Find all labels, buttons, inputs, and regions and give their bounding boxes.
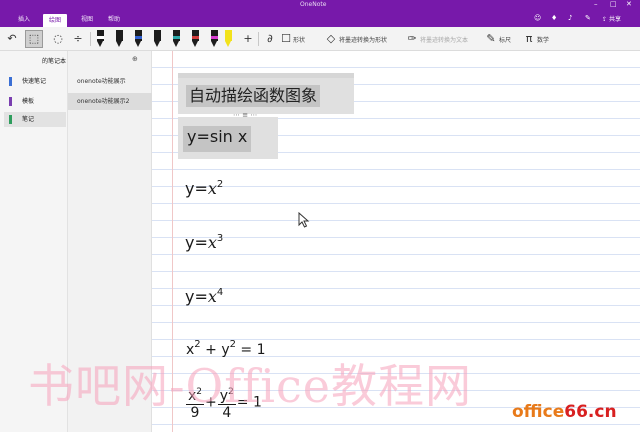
- equation-exponent: 3: [216, 233, 224, 244]
- ink-to-text-label: 将墨迹转换为文本: [420, 37, 469, 44]
- lasso-select-icon[interactable]: ⬚: [25, 30, 43, 48]
- equation-lhs: y=: [185, 287, 208, 306]
- pen-band: [211, 36, 218, 39]
- bell-icon[interactable]: ♪: [568, 14, 572, 23]
- section-color-tab: [9, 97, 12, 106]
- pen-tip: [225, 41, 231, 47]
- watermark-logo: office66.cn: [512, 400, 640, 424]
- shape-label[interactable]: 形状: [293, 35, 305, 44]
- pen-body: [154, 30, 161, 41]
- section-templates[interactable]: 模板: [4, 94, 66, 109]
- equation-lhs: y=: [185, 233, 208, 252]
- math-icon[interactable]: π: [521, 31, 537, 47]
- pen-tip: [116, 41, 122, 47]
- equation-x4[interactable]: y=x4: [185, 282, 223, 308]
- mouse-pointer-icon: [298, 212, 310, 228]
- onenote-window: OneNote – □ ✕ 插入 绘图 视图 帮助 ☺ ♦ ♪ ✎ ⇪ 共享 ↶…: [0, 0, 640, 432]
- tab-insert[interactable]: 插入: [18, 15, 30, 24]
- pen-body: [225, 30, 232, 41]
- close-button[interactable]: ✕: [626, 0, 632, 9]
- ink-replay-icon[interactable]: ∂: [262, 31, 278, 47]
- watermark-logo-text: office66.cn: [512, 402, 617, 422]
- equation-exponent: 2: [216, 179, 224, 190]
- section-color-tab: [9, 77, 12, 86]
- equation-exponent: 4: [216, 287, 224, 298]
- pen-band: [135, 36, 142, 39]
- pen-tip: [192, 41, 198, 47]
- equation-lhs: y=: [185, 179, 208, 198]
- undo-icon[interactable]: ↶: [4, 31, 20, 47]
- share-button[interactable]: ⇪ 共享: [602, 14, 621, 23]
- ribbon-tabs: 插入 绘图 视图 帮助 ☺ ♦ ♪ ✎ ⇪ 共享: [0, 9, 640, 27]
- tab-view[interactable]: 视图: [81, 15, 93, 24]
- share-icon: ⇪: [602, 16, 608, 23]
- page-item[interactable]: onenote功能展示2: [68, 93, 152, 110]
- equation-var: x: [207, 179, 217, 198]
- minimize-button[interactable]: –: [594, 0, 598, 9]
- section-label: 笔记: [22, 116, 35, 123]
- lightbulb-icon[interactable]: ♦: [551, 14, 557, 23]
- equation-var: x: [207, 233, 217, 252]
- page-item[interactable]: onenote功能展示: [68, 73, 152, 90]
- notebook-name: 的笔记本: [42, 58, 67, 65]
- ruler-icon[interactable]: ✎: [483, 31, 499, 47]
- pen-3[interactable]: [134, 30, 143, 48]
- maximize-button[interactable]: □: [610, 0, 617, 9]
- ink-to-shape-label[interactable]: 将墨迹转换为形状: [339, 35, 387, 44]
- pen-band: [192, 36, 199, 39]
- ruler-label[interactable]: 标尺: [499, 35, 511, 44]
- add-pen-icon[interactable]: +: [240, 31, 256, 47]
- equation-var: y: [221, 342, 230, 358]
- draw-toolbar: ↶ ⬚ ◌ ÷ + ∂ ☐ 形状 ◇ 将墨迹转换为形状 ✑ 将墨迹转换为文本 ✎…: [0, 27, 640, 51]
- add-page-icon[interactable]: ⊕: [132, 55, 138, 63]
- pen-tip: [211, 41, 217, 47]
- shape-icon[interactable]: ☐: [278, 31, 294, 47]
- ink-to-shape-icon[interactable]: ◇: [323, 31, 339, 47]
- pen-4[interactable]: [153, 30, 162, 48]
- equation-operator: +: [200, 342, 222, 358]
- pen-tip: [154, 41, 160, 47]
- section-label: 快速笔记: [22, 78, 47, 85]
- pen-2[interactable]: [115, 30, 124, 48]
- pen-band: [97, 36, 104, 39]
- pen-edit-icon[interactable]: ✎: [585, 14, 591, 23]
- highlighter-pen[interactable]: [224, 30, 233, 48]
- section-quick-notes[interactable]: 快速笔记: [4, 74, 66, 89]
- pen-5[interactable]: [172, 30, 181, 48]
- tab-draw[interactable]: 绘图: [43, 14, 68, 27]
- toolbar-divider: [90, 32, 91, 46]
- share-label: 共享: [608, 16, 621, 23]
- pen-band: [173, 36, 180, 39]
- tab-help[interactable]: 帮助: [108, 15, 120, 24]
- section-notes[interactable]: 笔记: [4, 112, 66, 127]
- equation-x3[interactable]: y=x3: [185, 228, 223, 254]
- page-title[interactable]: 自动描绘函数图象: [186, 85, 321, 107]
- ink-to-text-icon[interactable]: ✑: [404, 31, 420, 47]
- watermark-text: 书吧网-Office教程网: [28, 359, 473, 413]
- window-title: OneNote: [300, 1, 327, 8]
- title-bar: OneNote – □ ✕: [0, 0, 640, 9]
- section-color-tab: [9, 115, 12, 124]
- equation-x2[interactable]: y=x2: [185, 174, 223, 200]
- pen-1[interactable]: [96, 30, 105, 48]
- equation-var: x: [207, 287, 217, 306]
- pen-tip: [173, 41, 179, 47]
- smiley-icon[interactable]: ☺: [534, 14, 541, 23]
- pen-body: [116, 30, 123, 41]
- pen-tip: [135, 41, 141, 47]
- pen-6[interactable]: [191, 30, 200, 48]
- section-label: 模板: [22, 98, 35, 105]
- pen-tip: [97, 41, 103, 47]
- eraser-icon[interactable]: ◌: [50, 31, 66, 47]
- equation-circle[interactable]: x2 + y2 = 1: [186, 334, 266, 361]
- add-space-icon[interactable]: ÷: [70, 31, 86, 47]
- toolbar-divider: [258, 32, 259, 46]
- equation-rhs: = 1: [235, 342, 266, 358]
- equation-text: y=sin x: [187, 127, 248, 146]
- equation-sin[interactable]: y=sin x: [183, 126, 252, 152]
- math-label[interactable]: 数学: [537, 35, 549, 44]
- pen-7[interactable]: [210, 30, 219, 48]
